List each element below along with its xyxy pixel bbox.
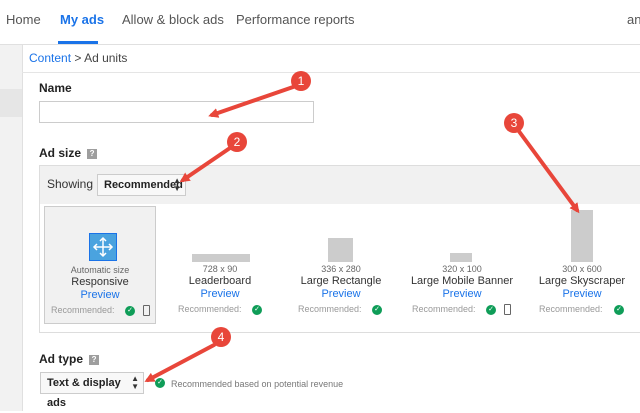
showing-select-value: Recommended — [104, 179, 183, 191]
ad-size-large-rectangle[interactable]: 336 x 280 Large Rectangle Preview Recomm… — [286, 206, 396, 324]
annotation-number-1: 1 — [298, 74, 305, 88]
unit-dims: Automatic size — [70, 265, 130, 275]
ad-size-label-text: Ad size — [39, 146, 82, 160]
unit-name: Large Skyscraper — [538, 275, 626, 287]
ad-size-large-mobile-banner[interactable]: 320 x 100 Large Mobile Banner Preview Re… — [404, 206, 520, 324]
check-icon: ✓ — [252, 305, 262, 315]
showing-label: Showing — [47, 177, 94, 191]
check-icon: ✓ — [125, 306, 135, 316]
annotation-number-2: 2 — [234, 135, 241, 149]
ad-type-recommendation: Recommended based on potential revenue — [171, 379, 344, 389]
ad-size-label: Ad size? — [39, 146, 98, 160]
check-icon: ✓ — [486, 305, 496, 315]
annotation-number-3: 3 — [511, 116, 518, 130]
skyscraper-shape — [571, 210, 593, 262]
unit-recommended: Recommended: — [178, 304, 242, 314]
mobile-icon — [143, 305, 150, 316]
name-label-text: Name — [39, 81, 72, 95]
ad-size-large-skyscraper[interactable]: 300 x 600 Large Skyscraper Preview Recom… — [528, 206, 636, 324]
unit-preview-link[interactable]: Preview — [528, 288, 636, 300]
nav-allow-block-ads[interactable]: Allow & block ads — [122, 0, 224, 44]
ad-type-select-value: Text & display ads — [47, 377, 121, 409]
responsive-arrows-icon — [89, 233, 117, 261]
unit-name: Large Mobile Banner — [410, 275, 514, 287]
sidebar-selected-item[interactable] — [0, 89, 22, 117]
ad-size-responsive[interactable]: Automatic size Responsive Preview Recomm… — [44, 206, 156, 324]
mobile-banner-shape — [450, 253, 472, 262]
unit-name: Responsive — [71, 276, 129, 288]
unit-preview-link[interactable]: Preview — [286, 288, 396, 300]
check-icon: ✓ — [372, 305, 382, 315]
unit-preview-link[interactable]: Preview — [45, 289, 155, 301]
annotation-badge-1: 1 — [291, 71, 311, 91]
unit-recommended: Recommended: — [298, 304, 362, 314]
showing-select[interactable]: Recommended ▲ ▼ — [97, 174, 186, 196]
ad-type-help-icon[interactable]: ? — [89, 355, 100, 365]
ad-unit-name-input[interactable] — [39, 101, 314, 123]
ad-type-label: Ad type? — [39, 352, 100, 366]
annotation-badge-3: 3 — [504, 113, 524, 133]
ad-size-leaderboard[interactable]: 728 x 90 Leaderboard Preview Recommended… — [166, 206, 274, 324]
nav-home[interactable]: Home — [6, 0, 41, 44]
ad-type-label-text: Ad type — [39, 352, 84, 366]
active-tab-indicator — [58, 41, 98, 44]
annotation-badge-2: 2 — [227, 132, 247, 152]
unit-preview-link[interactable]: Preview — [404, 288, 520, 300]
leaderboard-shape — [192, 254, 250, 262]
unit-dims: 336 x 280 — [321, 264, 361, 274]
top-nav: Home My ads Allow & block ads Performanc… — [0, 0, 640, 45]
user-account[interactable]: an — [627, 0, 640, 44]
unit-dims: 728 x 90 — [202, 264, 238, 274]
unit-dims: 300 x 600 — [562, 264, 602, 274]
breadcrumb-divider — [22, 72, 640, 73]
nav-my-ads[interactable]: My ads — [60, 0, 104, 44]
unit-name: Leaderboard — [188, 275, 252, 287]
nav-performance-reports[interactable]: Performance reports — [236, 0, 355, 44]
unit-preview-link[interactable]: Preview — [166, 288, 274, 300]
breadcrumb: Content > Ad units — [29, 51, 127, 65]
left-sidebar — [0, 45, 23, 411]
large-rectangle-shape — [328, 238, 353, 262]
ad-type-select[interactable]: Text & display ads ▲ ▼ — [40, 372, 144, 409]
annotation-arrow-4 — [144, 343, 216, 382]
unit-dims: 320 x 100 — [442, 264, 482, 274]
unit-recommended: Recommended: — [51, 305, 115, 315]
check-icon: ✓ — [155, 378, 165, 388]
unit-name: Large Rectangle — [300, 275, 382, 287]
mobile-icon — [504, 304, 511, 315]
select-arrows-icon: ▲ ▼ — [173, 176, 181, 193]
breadcrumb-current: Ad units — [84, 51, 128, 65]
check-icon: ✓ — [614, 305, 624, 315]
select-arrows-icon: ▲ ▼ — [131, 374, 139, 391]
ad-size-help-icon[interactable]: ? — [87, 149, 98, 159]
unit-recommended: Recommended: — [539, 304, 603, 314]
unit-recommended: Recommended: — [412, 304, 476, 314]
breadcrumb-separator: > — [74, 51, 82, 65]
breadcrumb-content-link[interactable]: Content — [29, 51, 71, 65]
name-label: Name — [39, 81, 72, 95]
